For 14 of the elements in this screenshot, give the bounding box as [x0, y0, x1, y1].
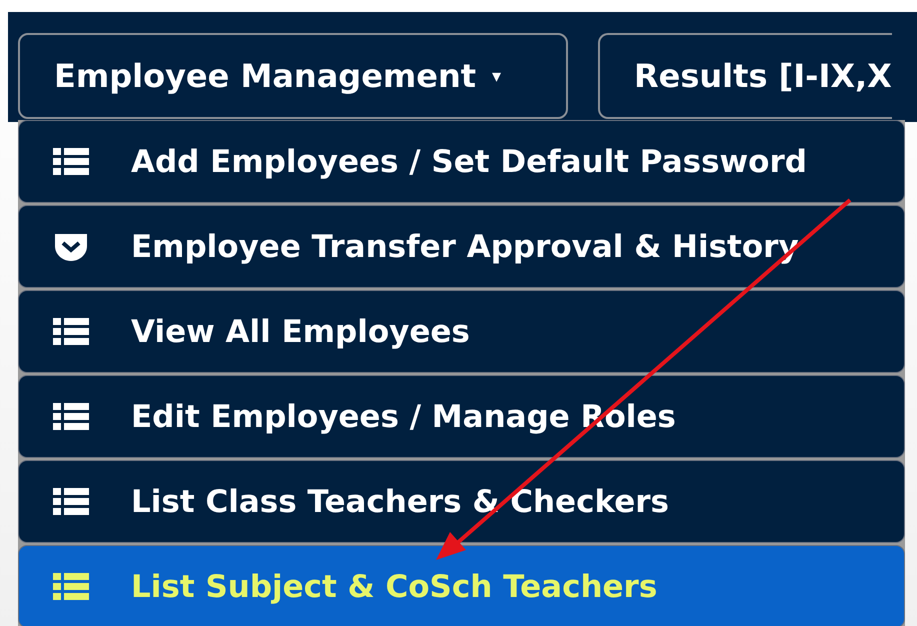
menu-item[interactable]: List Class Teachers & Checkers — [18, 460, 905, 543]
menu-item[interactable]: View All Employees — [18, 290, 905, 373]
list-icon — [53, 572, 89, 600]
shield-chevron-icon — [53, 232, 89, 262]
list-icon — [53, 318, 89, 346]
list-icon — [53, 402, 89, 430]
menu-item[interactable]: Add Employees / Set Default Password — [18, 120, 905, 203]
menu-button[interactable]: Results [I-IX,X — [598, 33, 892, 119]
menu-item[interactable]: List Subject & CoSch Teachers — [18, 545, 905, 626]
menu-button[interactable]: Employee Management ▾ — [18, 33, 568, 119]
list-icon — [53, 488, 89, 516]
menu-item[interactable]: Employee Transfer Approval & History — [18, 205, 905, 288]
list-icon — [53, 148, 89, 176]
caret-icon: ▾ — [492, 66, 502, 86]
